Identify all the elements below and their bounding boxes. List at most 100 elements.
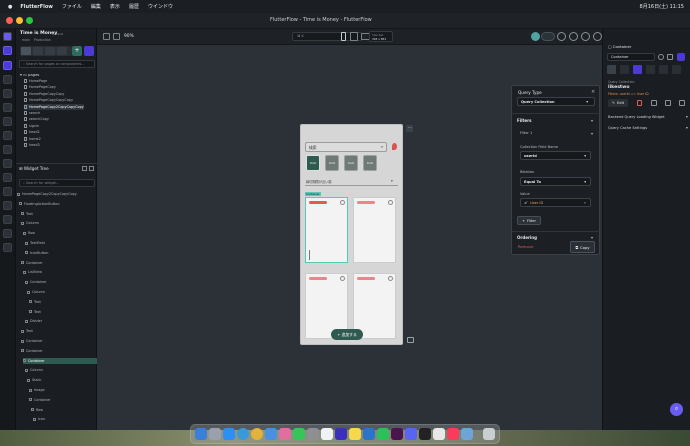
- phone-search-field[interactable]: 検索 ⌕: [305, 142, 387, 152]
- filter-chip-1[interactable]: DAR: [306, 155, 320, 171]
- select-mode-button[interactable]: [21, 47, 31, 55]
- help-chat-button[interactable]: ⌕: [670, 403, 683, 416]
- cloud-functions-rail-icon[interactable]: [3, 173, 12, 182]
- expand-query-icon[interactable]: [679, 100, 685, 106]
- copy-query-icon[interactable]: [651, 100, 657, 106]
- photos-icon[interactable]: [279, 428, 291, 440]
- page-search-input[interactable]: ⌕ Search for pages or components...: [19, 60, 95, 68]
- tree-node[interactable]: Stack: [27, 377, 97, 383]
- app-values-rail-icon[interactable]: [3, 229, 12, 238]
- test-mode-icon[interactable]: [581, 32, 590, 41]
- discord-icon[interactable]: [405, 428, 417, 440]
- safari-icon[interactable]: [237, 428, 249, 440]
- page-item[interactable]: HomePageCopy: [24, 84, 56, 90]
- close-window-button[interactable]: [6, 17, 13, 24]
- tree-node[interactable]: ListView: [23, 269, 97, 275]
- list-card-2[interactable]: [353, 197, 396, 263]
- firestore-rail-icon[interactable]: [3, 145, 12, 154]
- widget-tree-expand-icon[interactable]: [82, 166, 87, 171]
- page-item[interactable]: searchCopy: [24, 116, 49, 122]
- tree-node[interactable]: IconButton: [25, 250, 97, 256]
- pages-folder-header[interactable]: ▾ ▭ pages: [20, 72, 39, 77]
- backend-loading-row[interactable]: Backend Query Loading Widget ▾: [608, 115, 688, 119]
- filters-collapse-icon[interactable]: ▾: [591, 118, 593, 123]
- delete-query-icon[interactable]: [637, 100, 642, 106]
- filter-chip-2[interactable]: DAR: [325, 155, 339, 171]
- settings-rail-icon[interactable]: [3, 243, 12, 252]
- textedit-icon[interactable]: [433, 428, 445, 440]
- menubar-item-file[interactable]: ファイル: [62, 3, 82, 10]
- flutterflow-app-icon[interactable]: [335, 428, 347, 440]
- filter-1-collapse-icon[interactable]: ▾: [591, 131, 593, 136]
- page-item[interactable]: search: [24, 110, 40, 116]
- custom-code-rail-icon[interactable]: [3, 215, 12, 224]
- menubar-app-name[interactable]: FlutterFlow: [20, 4, 53, 10]
- layers-rail-icon[interactable]: [3, 89, 12, 98]
- page-item[interactable]: HomePageCopyCopy: [24, 91, 64, 97]
- page-item[interactable]: signin: [24, 123, 39, 129]
- list-card-1[interactable]: [305, 197, 348, 263]
- widget-info-icon[interactable]: [658, 54, 664, 60]
- canvas-device-toggle-icon[interactable]: [407, 337, 414, 343]
- music-icon[interactable]: [447, 428, 459, 440]
- zoom-level[interactable]: 90%: [124, 34, 134, 39]
- card-3-favorite-icon[interactable]: [340, 276, 345, 281]
- sort-dropdown-icon[interactable]: ▾: [391, 179, 393, 183]
- preview-icon[interactable]: [461, 428, 473, 440]
- widget-tree-collapse-icon[interactable]: [89, 166, 94, 171]
- tree-node[interactable]: Container: [21, 348, 97, 354]
- ordering-header[interactable]: Ordering: [517, 235, 537, 240]
- line-icon[interactable]: [377, 428, 389, 440]
- close-icon[interactable]: ×: [591, 89, 595, 95]
- tree-node[interactable]: FloatingActionButton: [19, 201, 97, 207]
- settings-tab[interactable]: [672, 65, 681, 74]
- mail-icon[interactable]: [265, 428, 277, 440]
- tree-node[interactable]: Text: [29, 299, 97, 305]
- tree-node[interactable]: Container: [21, 338, 97, 344]
- media-rail-icon[interactable]: [3, 201, 12, 210]
- storyboard-rail-icon[interactable]: [3, 103, 12, 112]
- filters-header[interactable]: Filters: [517, 118, 531, 123]
- pan-mode-button[interactable]: [33, 47, 43, 55]
- card-4-favorite-icon[interactable]: [388, 276, 393, 281]
- tree-node[interactable]: TextField: [25, 240, 97, 246]
- terminal-icon[interactable]: [419, 428, 431, 440]
- launchpad-icon[interactable]: [209, 428, 221, 440]
- sort-label[interactable]: 締切期限が近い順: [306, 179, 332, 184]
- api-calls-rail-icon[interactable]: [3, 159, 12, 168]
- tree-node[interactable]: Image: [29, 387, 97, 393]
- tree-node[interactable]: Row: [23, 230, 97, 236]
- add-page-button[interactable]: +: [72, 46, 82, 56]
- animations-tab[interactable]: [659, 65, 668, 74]
- calendar-icon[interactable]: [321, 428, 333, 440]
- tree-node[interactable]: Divider: [25, 318, 97, 324]
- slack-icon[interactable]: [391, 428, 403, 440]
- env-label[interactable]: Production: [34, 38, 51, 42]
- page-item[interactable]: home2: [24, 136, 41, 142]
- widget-name-field[interactable]: Container: [607, 53, 655, 61]
- properties-tab[interactable]: [607, 65, 616, 74]
- appstore-icon[interactable]: [223, 428, 235, 440]
- tablet-device-icon[interactable]: [350, 32, 358, 41]
- sync-icon[interactable]: [557, 32, 566, 41]
- tree-node[interactable]: Text: [29, 309, 97, 315]
- chrome-icon[interactable]: [251, 428, 263, 440]
- query-cache-row[interactable]: Query Cache Settings ▾: [608, 126, 688, 130]
- add-fab[interactable]: + 追加する: [331, 329, 363, 340]
- components-rail-icon[interactable]: [3, 75, 12, 84]
- preview-mode-button[interactable]: [45, 47, 55, 55]
- menubar-item-edit[interactable]: 編集: [91, 3, 101, 10]
- settings-app-icon[interactable]: [307, 428, 319, 440]
- actions-tab[interactable]: [620, 65, 629, 74]
- tree-node[interactable]: Text: [21, 328, 97, 334]
- query-type-select[interactable]: Query Collection ▾: [517, 97, 595, 106]
- tree-node[interactable]: Text: [21, 211, 97, 217]
- page-item[interactable]: head3: [24, 142, 40, 148]
- menubar-item-history[interactable]: 履歴: [129, 3, 139, 10]
- ai-gen-button[interactable]: [84, 46, 94, 56]
- widget-options-icon[interactable]: [667, 54, 673, 60]
- git-icon[interactable]: [569, 32, 578, 41]
- tree-node[interactable]: Container: [25, 279, 97, 285]
- filter-chip-3[interactable]: DAR: [344, 155, 358, 171]
- menubar-item-window[interactable]: ウインドウ: [148, 3, 173, 10]
